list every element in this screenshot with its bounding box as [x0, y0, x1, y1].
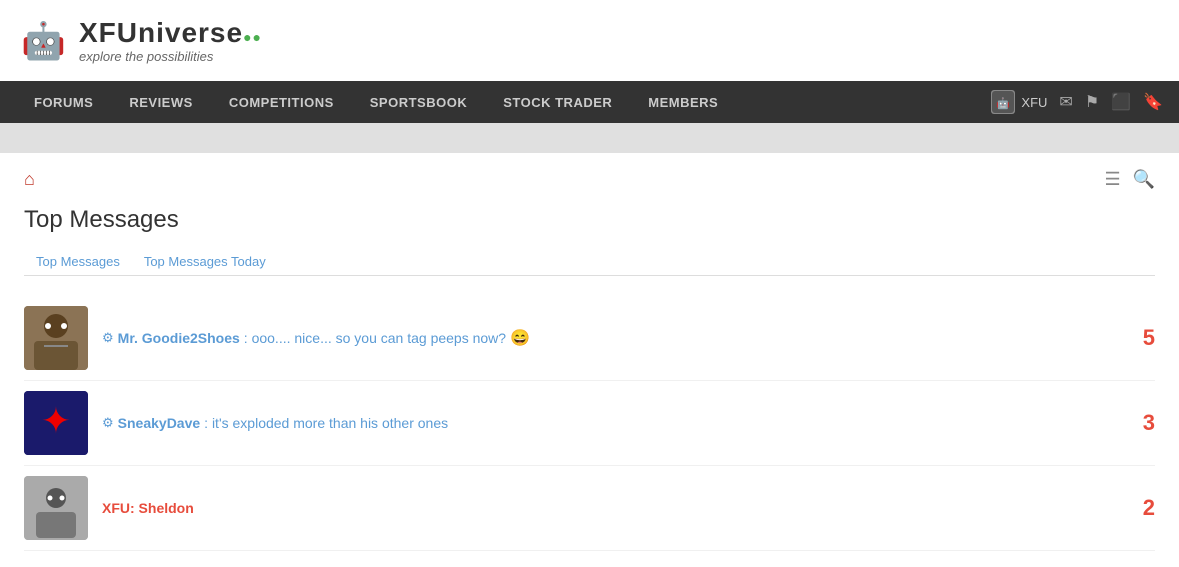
nav-user-avatar: 🤖 — [991, 90, 1015, 114]
nav-item-reviews[interactable]: REVIEWS — [111, 81, 210, 123]
nav-item-sportsbook[interactable]: SPORTSBOOK — [352, 81, 485, 123]
logo-title: XFUniverse●● — [79, 17, 262, 49]
page-title: Top Messages — [24, 206, 1155, 234]
vote-count-1: 5 — [1125, 325, 1155, 351]
flag-icon[interactable]: ⚑ — [1085, 92, 1099, 112]
message-body-1: ⚙ Mr. Goodie2Shoes : ooo.... nice... so … — [102, 328, 1109, 348]
avatar-img-2: ✦ — [24, 391, 88, 455]
gear-icon-1: ⚙ — [102, 330, 114, 346]
emoji-1: 😄 — [510, 328, 530, 348]
vote-count-3: 2 — [1125, 495, 1155, 521]
tab-row: Top Messages Top Messages Today — [24, 248, 1155, 276]
envelope-icon[interactable]: ✉ — [1059, 92, 1072, 112]
bookmark-icon[interactable]: 🔖 — [1143, 92, 1163, 112]
avatar-1 — [24, 306, 88, 370]
nav-user[interactable]: 🤖 XFU — [991, 90, 1047, 114]
username-3[interactable]: XFU: Sheldon — [102, 500, 194, 516]
svg-text:🤖: 🤖 — [997, 97, 1011, 110]
username-1[interactable]: Mr. Goodie2Shoes — [118, 330, 240, 346]
logo-icon: 🤖 — [16, 8, 71, 73]
nav-links: FORUMS REVIEWS COMPETITIONS SPORTSBOOK S… — [16, 81, 736, 123]
svg-text:✦: ✦ — [41, 400, 71, 441]
logo-dots: ●● — [243, 29, 262, 45]
toolbar-right: ☰ 🔍 — [1104, 169, 1155, 190]
username-2[interactable]: SneakyDave — [118, 415, 201, 431]
avatar-img-1 — [24, 306, 88, 370]
logo-title-text: XFUniverse — [79, 17, 243, 48]
home-icon[interactable]: ⌂ — [24, 169, 35, 190]
avatar-3 — [24, 476, 88, 540]
message-link-3: XFU: Sheldon — [102, 500, 1109, 516]
msg-text-2[interactable]: : it's exploded more than his other ones — [204, 415, 448, 431]
message-body-3: XFU: Sheldon — [102, 500, 1109, 516]
tab-top-messages[interactable]: Top Messages — [24, 248, 132, 275]
toolbar-row: ⌂ ☰ 🔍 — [24, 169, 1155, 190]
nav-item-competitions[interactable]: COMPETITIONS — [211, 81, 352, 123]
search-icon[interactable]: 🔍 — [1133, 169, 1155, 190]
sub-header — [0, 123, 1179, 153]
nav-username: XFU — [1021, 95, 1047, 110]
message-item-3: XFU: Sheldon 2 — [24, 466, 1155, 551]
nav-right: 🤖 XFU ✉ ⚑ ⬛ 🔖 — [991, 90, 1163, 114]
message-item-2: ✦ ⚙ SneakyDave : it's exploded more than… — [24, 381, 1155, 466]
vote-count-2: 3 — [1125, 410, 1155, 436]
tab-top-messages-today[interactable]: Top Messages Today — [132, 248, 278, 275]
logo-bar: 🤖 XFUniverse●● explore the possibilities — [0, 0, 1179, 81]
list-view-icon[interactable]: ☰ — [1104, 169, 1120, 190]
nav-bar: FORUMS REVIEWS COMPETITIONS SPORTSBOOK S… — [0, 81, 1179, 123]
msg-text-1[interactable]: : ooo.... nice... so you can tag peeps n… — [244, 330, 506, 346]
logo-text: XFUniverse●● explore the possibilities — [79, 17, 262, 64]
coins-icon[interactable]: ⬛ — [1111, 92, 1131, 112]
logo-subtitle: explore the possibilities — [79, 49, 262, 64]
message-item-1: ⚙ Mr. Goodie2Shoes : ooo.... nice... so … — [24, 296, 1155, 381]
message-list: ⚙ Mr. Goodie2Shoes : ooo.... nice... so … — [24, 296, 1155, 551]
message-body-2: ⚙ SneakyDave : it's exploded more than h… — [102, 415, 1109, 431]
message-link-1: ⚙ Mr. Goodie2Shoes : ooo.... nice... so … — [102, 328, 1109, 348]
message-link-2: ⚙ SneakyDave : it's exploded more than h… — [102, 415, 1109, 431]
main-content: ⌂ ☰ 🔍 Top Messages Top Messages Top Mess… — [0, 153, 1179, 567]
gear-icon-2: ⚙ — [102, 415, 114, 431]
avatar-img-3 — [24, 476, 88, 540]
avatar-2: ✦ — [24, 391, 88, 455]
nav-item-stock-trader[interactable]: STOCK TRADER — [485, 81, 630, 123]
nav-item-members[interactable]: MEMBERS — [630, 81, 736, 123]
nav-item-forums[interactable]: FORUMS — [16, 81, 111, 123]
